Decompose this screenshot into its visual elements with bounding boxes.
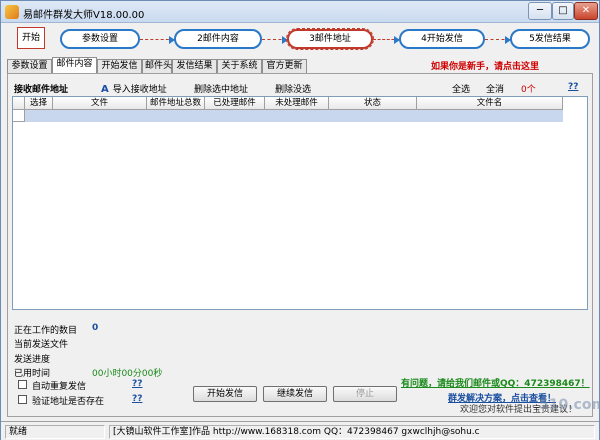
row-indicator-header: [13, 97, 25, 110]
tab-about[interactable]: 关于系统: [217, 59, 262, 73]
tab-send-results[interactable]: 发信结果: [172, 59, 217, 73]
stop-button[interactable]: 停止: [333, 386, 397, 402]
auto-resend-checkbox[interactable]: [18, 380, 27, 389]
verify-address-label: 验证地址是否存在: [32, 397, 105, 407]
workers-label: 正在工作的数目: [14, 326, 78, 336]
row-indicator: [13, 110, 25, 122]
table-row[interactable]: [13, 110, 563, 122]
import-addresses-button[interactable]: A 导入接收地址: [101, 82, 167, 95]
import-icon: A: [101, 84, 109, 95]
close-button[interactable]: ✕: [574, 2, 598, 20]
current-file-label: 当前发送文件: [14, 340, 69, 350]
verify-help-link[interactable]: ??: [132, 394, 142, 404]
tab-start-sending[interactable]: 开始发信: [97, 59, 142, 73]
auto-resend-label: 自动重复发信: [32, 382, 87, 392]
continue-sending-button[interactable]: 继续发信: [263, 386, 327, 402]
tab-official-update[interactable]: 官方更新: [262, 59, 307, 73]
clear-all-button[interactable]: 全消: [486, 82, 504, 95]
start-sending-button[interactable]: 开始发信: [193, 386, 257, 402]
address-count: 0个: [521, 85, 536, 95]
watermark-logo: 510.com: [539, 397, 600, 413]
delete-unselected-button[interactable]: 删除没选: [275, 82, 311, 95]
newbie-help-link[interactable]: 如果你是新手，请点击这里: [431, 59, 539, 72]
column-header[interactable]: 状态: [329, 97, 417, 110]
contact-link[interactable]: 有问题，请给我们邮件或QQ：472398467！: [401, 376, 590, 389]
import-label: 导入接收地址: [112, 85, 167, 95]
column-header[interactable]: 选择: [25, 97, 53, 110]
auto-resend-help-link[interactable]: ??: [132, 379, 142, 389]
address-table[interactable]: 选择 文件 邮件地址总数 已处理邮件 未处理邮件 状态 文件名: [12, 96, 588, 310]
status-ready: 就绪: [5, 425, 105, 439]
delete-selected-button[interactable]: 删除选中地址: [194, 82, 248, 95]
workers-value: 0: [92, 323, 99, 333]
tab-mail-content[interactable]: 邮件内容: [52, 57, 97, 73]
title-bar[interactable]: 易邮件群发大师V18.00.00 ─ □ ✕: [1, 1, 599, 23]
verify-address-checkbox[interactable]: [18, 395, 27, 404]
step-send-results[interactable]: 5发信结果: [510, 29, 590, 49]
step-mail-content[interactable]: 2邮件内容: [174, 29, 262, 49]
progress-label: 发送进度: [14, 355, 51, 365]
minimize-button[interactable]: ─: [528, 2, 552, 20]
recipients-heading: 接收邮件地址: [14, 85, 69, 95]
column-header[interactable]: 邮件地址总数: [147, 97, 205, 110]
status-credit: [大镜山软件工作室]作品 http://www.168318.com QQ：47…: [109, 425, 595, 439]
status-bar: 就绪 [大镜山软件工作室]作品 http://www.168318.com QQ…: [1, 421, 599, 440]
table-header: 选择 文件 邮件地址总数 已处理邮件 未处理邮件 状态 文件名: [13, 97, 563, 110]
elapsed-label: 已用时间: [14, 369, 51, 379]
tab-parameter-settings[interactable]: 参数设置: [7, 59, 52, 73]
column-header[interactable]: 文件名: [417, 97, 563, 110]
main-window: 易邮件群发大师V18.00.00 ─ □ ✕ 开始 参数设置 2邮件内容 3邮件…: [0, 0, 600, 440]
start-button[interactable]: 开始: [17, 27, 45, 49]
column-header[interactable]: 文件: [53, 97, 147, 110]
window-title: 易邮件群发大师V18.00.00: [23, 10, 145, 21]
elapsed-value: 00小时00分00秒: [92, 369, 163, 379]
column-header[interactable]: 未处理邮件: [265, 97, 329, 110]
column-header[interactable]: 已处理邮件: [205, 97, 265, 110]
select-all-button[interactable]: 全选: [452, 82, 470, 95]
app-icon: [5, 5, 19, 19]
tab-mail-header[interactable]: 邮件头: [142, 59, 172, 73]
maximize-button[interactable]: □: [552, 2, 574, 20]
step-parameter-settings[interactable]: 参数设置: [60, 29, 140, 49]
toolbar-help-link[interactable]: ??: [568, 82, 578, 92]
step-start-sending[interactable]: 4开始发信: [399, 29, 485, 49]
step-mail-address[interactable]: 3邮件地址: [286, 28, 374, 50]
mail-address-panel: 接收邮件地址 A 导入接收地址 删除选中地址 删除没选 全选 全消 0个 ?? 选…: [7, 73, 593, 417]
